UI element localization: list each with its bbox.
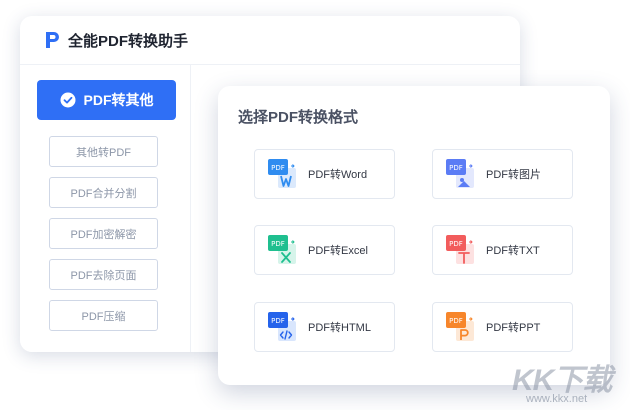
pdf-to-ppt-label: PDF转PPT xyxy=(486,322,541,334)
pdf-compress-button[interactable]: PDF压缩 xyxy=(49,300,158,331)
pdf-to-html-label: PDF转HTML xyxy=(308,322,371,334)
pdf-to-excel-option[interactable]: PDF PDF转Excel xyxy=(254,225,395,275)
watermark: KK下载 www.kkx.net xyxy=(512,355,628,407)
pdf-remove-pages-button[interactable]: PDF去除页面 xyxy=(49,259,158,290)
pdf-to-image-icon: PDF xyxy=(446,159,476,189)
pdf-to-txt-label: PDF转TXT xyxy=(486,245,540,257)
svg-text:PDF: PDF xyxy=(449,164,463,172)
pdf-to-word-option[interactable]: PDF PDF转Word xyxy=(254,149,395,199)
pdf-encrypt-decrypt-button[interactable]: PDF加密解密 xyxy=(49,218,158,249)
pdf-merge-split-button[interactable]: PDF合并分割 xyxy=(49,177,158,208)
pdf-to-txt-icon: PDF xyxy=(446,235,476,265)
pdf-to-excel-label: PDF转Excel xyxy=(308,245,368,257)
pdf-to-other-button[interactable]: PDF转其他 xyxy=(37,80,176,120)
format-selection-panel: 选择PDF转换格式 PDF PDF转Word PDF PDF转图片 PDF PD… xyxy=(218,86,610,385)
svg-text:PDF: PDF xyxy=(449,317,463,325)
pdf-to-ppt-option[interactable]: PDF PDF转PPT xyxy=(432,302,573,352)
sub-option-list: 其他转PDF PDF合并分割 PDF加密解密 PDF去除页面 PDF压缩 xyxy=(49,136,159,341)
pdf-to-word-icon: PDF xyxy=(268,159,298,189)
pdf-to-other-label: PDF转其他 xyxy=(83,92,154,108)
check-circle-icon xyxy=(60,92,76,108)
svg-text:PDF: PDF xyxy=(271,164,285,172)
panel-title: 选择PDF转换格式 xyxy=(238,109,359,126)
pdf-to-excel-icon: PDF xyxy=(268,235,298,265)
pdf-to-word-label: PDF转Word xyxy=(308,169,368,181)
pdf-to-txt-option[interactable]: PDF PDF转TXT xyxy=(432,225,573,275)
pdf-to-image-option[interactable]: PDF PDF转图片 xyxy=(432,149,573,199)
window-header: 全能PDF转换助手 xyxy=(20,16,520,65)
watermark-url: www.kkx.net xyxy=(526,393,588,405)
other-to-pdf-button[interactable]: 其他转PDF xyxy=(49,136,158,167)
pdf-to-ppt-icon: PDF xyxy=(446,312,476,342)
p-logo-icon xyxy=(44,31,60,49)
svg-text:PDF: PDF xyxy=(271,317,285,325)
svg-text:PDF: PDF xyxy=(271,240,285,248)
pdf-to-image-label: PDF转图片 xyxy=(486,169,541,181)
app-title: 全能PDF转换助手 xyxy=(68,32,189,50)
sidebar: PDF转其他 其他转PDF PDF合并分割 PDF加密解密 PDF去除页面 PD… xyxy=(20,65,191,352)
svg-text:PDF: PDF xyxy=(449,240,463,248)
pdf-to-html-icon: PDF xyxy=(268,312,298,342)
pdf-to-html-option[interactable]: PDF PDF转HTML xyxy=(254,302,395,352)
